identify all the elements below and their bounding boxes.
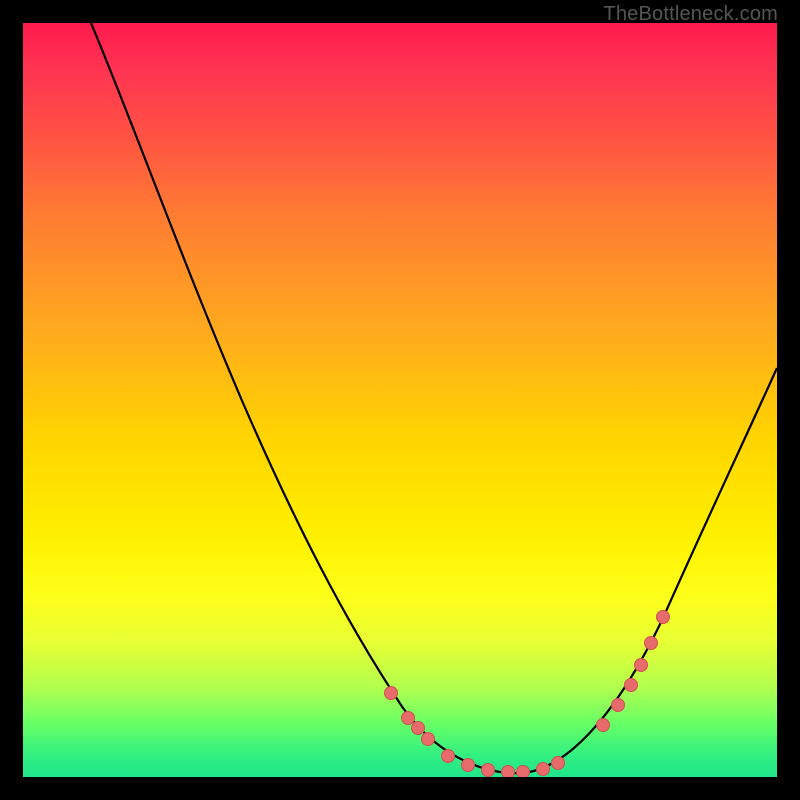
data-point xyxy=(645,637,658,650)
data-point xyxy=(462,759,475,772)
data-point xyxy=(612,699,625,712)
bottleneck-curve xyxy=(91,23,777,773)
data-point xyxy=(597,719,610,732)
watermark-text: TheBottleneck.com xyxy=(603,3,778,26)
data-point xyxy=(502,766,515,778)
chart-svg xyxy=(23,23,777,777)
data-point xyxy=(422,733,435,746)
data-point xyxy=(402,712,415,725)
data-point xyxy=(625,679,638,692)
data-point xyxy=(442,750,455,763)
data-point xyxy=(657,611,670,624)
chart-frame: TheBottleneck.com xyxy=(0,0,800,800)
data-point xyxy=(635,659,648,672)
data-point xyxy=(385,687,398,700)
curve-dots xyxy=(385,611,670,778)
data-point xyxy=(482,764,495,777)
data-point xyxy=(552,757,565,770)
data-point xyxy=(412,722,425,735)
data-point xyxy=(537,763,550,776)
data-point xyxy=(517,766,530,778)
